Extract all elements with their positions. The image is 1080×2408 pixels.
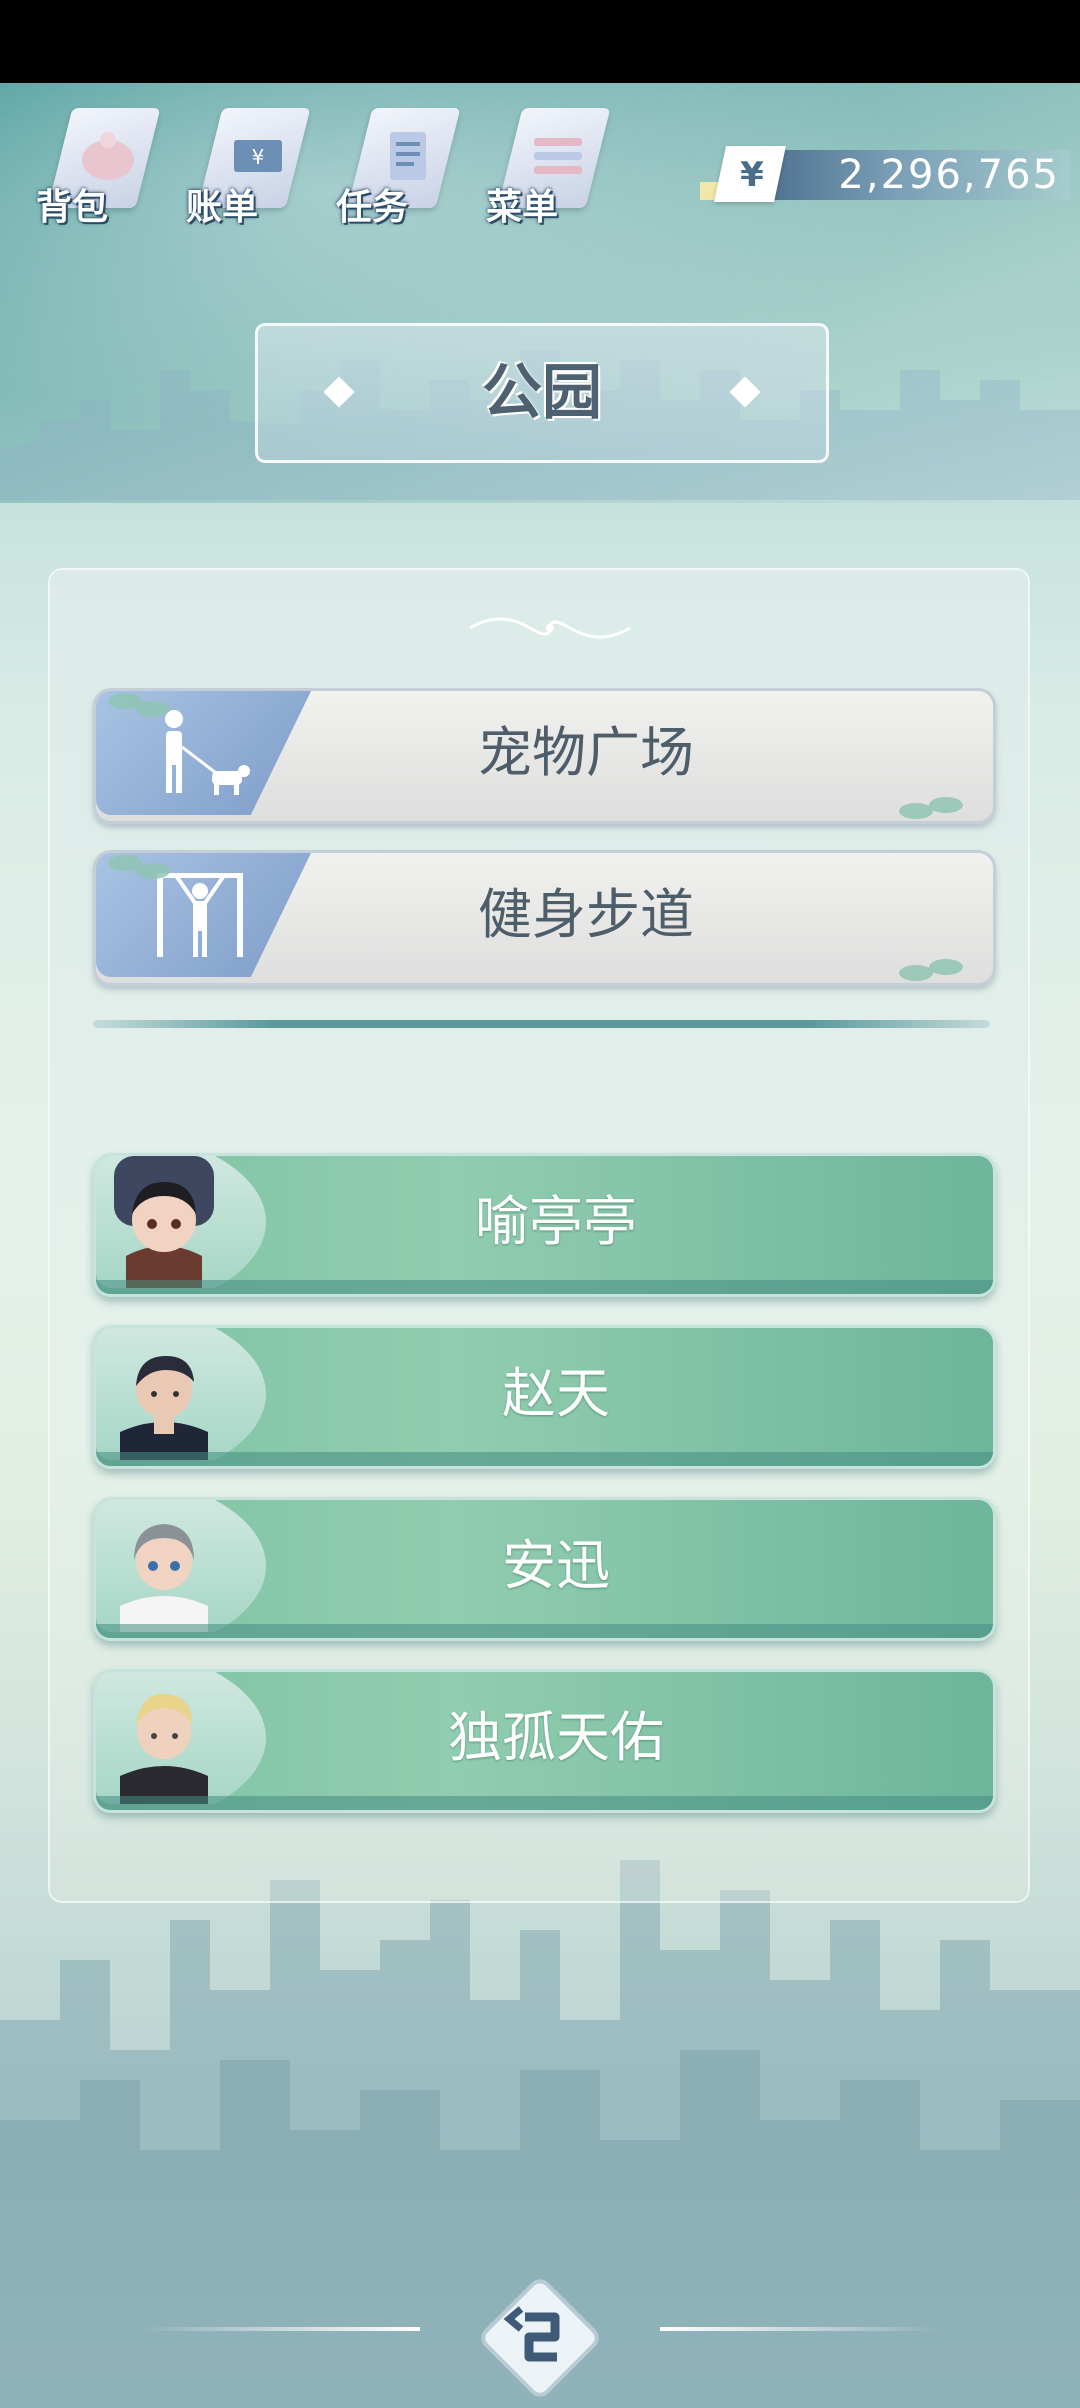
section-divider	[93, 1020, 990, 1028]
fitness-icon	[157, 873, 243, 957]
npc-name: 赵天	[502, 1362, 610, 1425]
character-portrait-icon	[120, 1524, 208, 1632]
npc-name: 独孤天佑	[448, 1706, 664, 1769]
nav-menu-button[interactable]: 菜单	[480, 100, 630, 240]
task-icon	[390, 132, 426, 180]
avatar	[96, 1500, 266, 1632]
npc-button-yu-tingting[interactable]: 喻亭亭	[93, 1153, 996, 1297]
dog-walking-icon	[165, 710, 250, 795]
scroll-ornament-icon	[469, 617, 631, 639]
npc-button-an-xun[interactable]: 安迅	[93, 1497, 996, 1641]
character-portrait-icon	[120, 1693, 208, 1804]
avatar	[96, 1672, 266, 1804]
back-line-right	[660, 2327, 940, 2331]
character-portrait-icon	[120, 1356, 208, 1460]
page-title-box: 公园	[255, 323, 829, 463]
location-label: 健身步道	[478, 883, 694, 946]
nav-backpack-button[interactable]: 背包	[30, 100, 180, 240]
yen-symbol: ¥	[740, 155, 764, 195]
npc-name: 喻亭亭	[475, 1190, 637, 1253]
bill-icon: ¥	[234, 140, 282, 172]
location-button-fitness-trail[interactable]: 健身步道	[93, 850, 996, 986]
location-label: 宠物广场	[478, 721, 694, 784]
npc-name: 安迅	[502, 1534, 610, 1597]
status-bar	[0, 0, 1080, 83]
avatar	[96, 1156, 266, 1288]
top-nav: 背包 ¥ 账单 任务 菜单	[30, 100, 630, 240]
npc-button-zhao-tian[interactable]: 赵天	[93, 1325, 996, 1469]
svg-text:¥: ¥	[252, 145, 265, 169]
backpack-icon	[82, 132, 134, 180]
back-button[interactable]	[475, 2273, 605, 2403]
character-portrait-icon	[114, 1156, 214, 1288]
nav-bill-button[interactable]: ¥ 账单	[180, 100, 330, 240]
back-line-left	[140, 2327, 420, 2331]
avatar	[96, 1328, 266, 1460]
menu-icon	[534, 138, 582, 174]
location-button-pet-plaza[interactable]: 宠物广场	[93, 688, 996, 824]
money-display: ¥ 2,296,765	[700, 146, 1070, 202]
nav-task-button[interactable]: 任务	[330, 100, 480, 240]
money-value: 2,296,765	[838, 152, 1060, 198]
npc-button-dugu-tianyou[interactable]: 独孤天佑	[93, 1669, 996, 1813]
